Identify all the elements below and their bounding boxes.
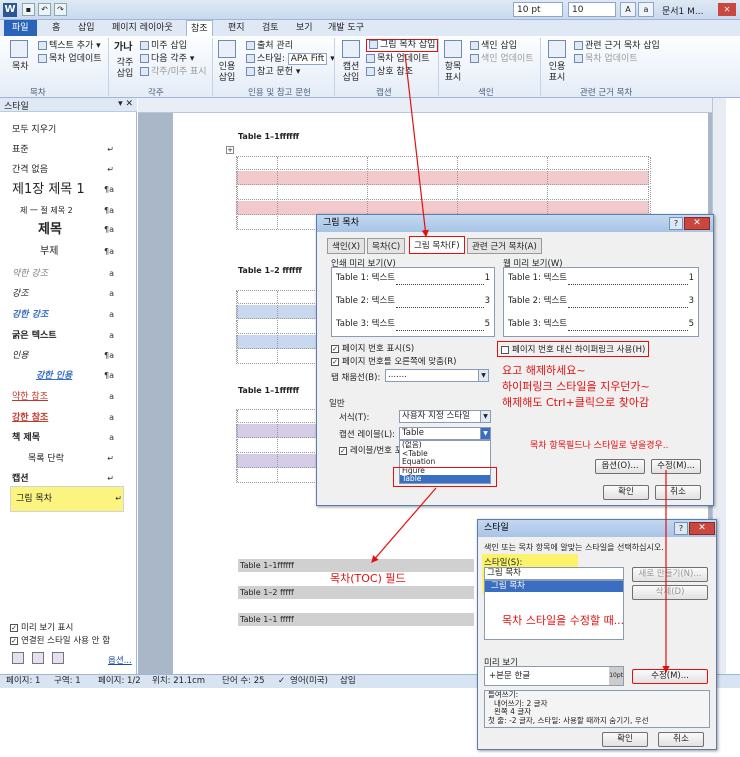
arrow-to-tab	[404, 53, 429, 238]
arrow-to-toc-field	[371, 487, 437, 563]
annotation-arrows	[371, 53, 670, 674]
